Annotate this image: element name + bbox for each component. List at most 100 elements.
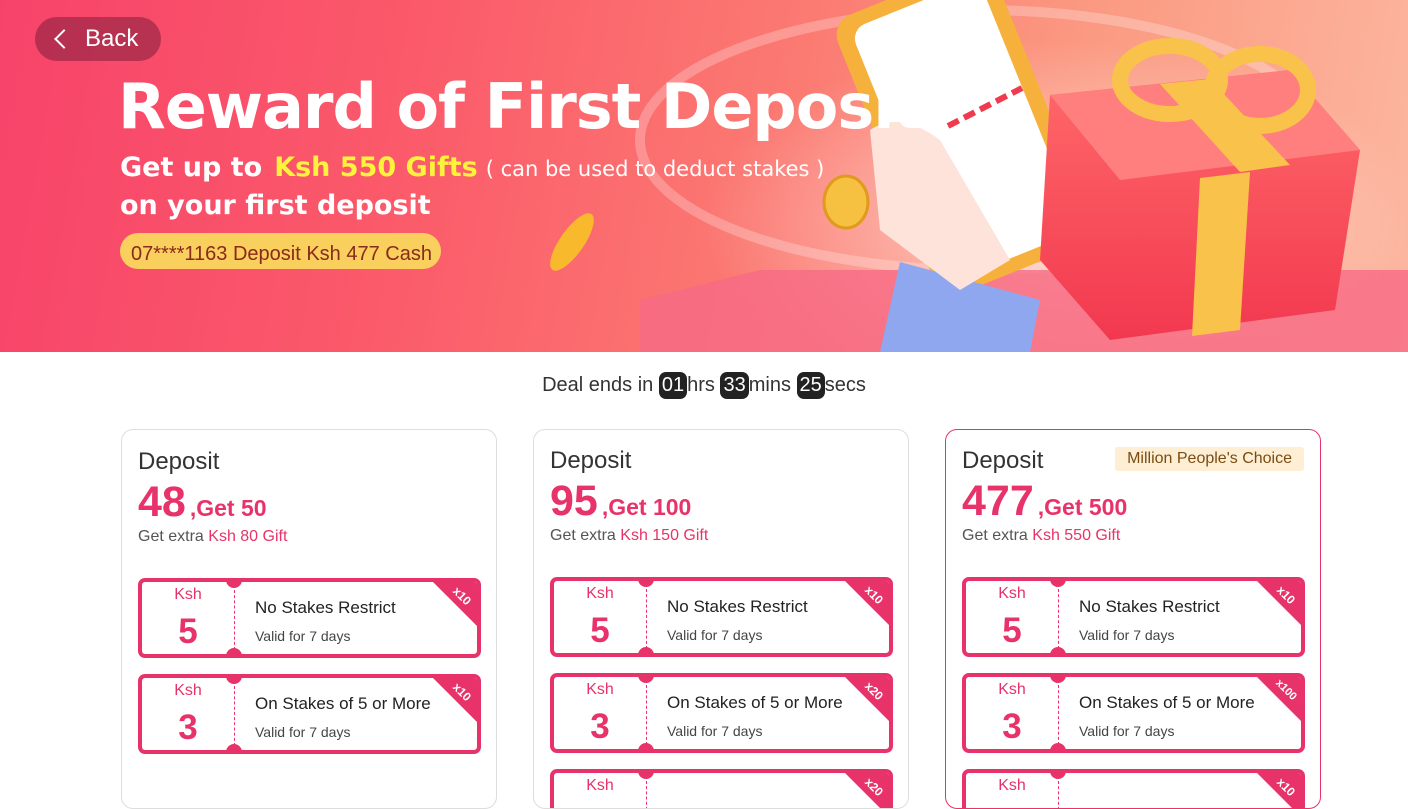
coupon-divider bbox=[646, 589, 647, 649]
extra-value: Ksh 150 Gift bbox=[620, 527, 709, 544]
get-amount: ,Get 50 bbox=[189, 495, 267, 521]
coupon-notch bbox=[1050, 743, 1066, 749]
coupon-validity: Valid for 7 days bbox=[255, 628, 351, 644]
coupon-notch bbox=[1050, 677, 1066, 683]
coupon-validity: Valid for 7 days bbox=[667, 723, 763, 739]
coupon-divider bbox=[234, 590, 235, 650]
countdown-timer: Deal ends in 01 hrs 33 mins 25 secs bbox=[0, 372, 1408, 399]
timer-prefix: Deal ends in bbox=[542, 374, 654, 396]
popular-badge: Million People's Choice bbox=[1115, 447, 1304, 471]
coupon-notch bbox=[226, 648, 242, 654]
subtitle-prefix: Get up to bbox=[120, 152, 263, 183]
coupon: Ksh x10 bbox=[962, 769, 1305, 808]
coupon-notch bbox=[1050, 773, 1066, 779]
coupon: Ksh 3 On Stakes of 5 or More Valid for 7… bbox=[138, 674, 481, 754]
coupon-notch bbox=[638, 677, 654, 683]
page-title: Reward of First Deposit bbox=[118, 70, 923, 143]
deposit-option-card[interactable]: Deposit 48 ,Get 50 Get extra Ksh 80 Gift … bbox=[121, 429, 497, 809]
get-amount: ,Get 500 bbox=[1037, 494, 1128, 520]
coupon-currency: Ksh bbox=[586, 585, 614, 602]
timer-hours-label: hrs bbox=[687, 374, 715, 396]
coupon-notch bbox=[638, 647, 654, 653]
coupon-notch bbox=[638, 743, 654, 749]
timer-hours: 01 bbox=[658, 372, 688, 399]
coupon-value: 5 bbox=[178, 612, 198, 651]
timer-secs-label: secs bbox=[824, 374, 866, 396]
deposit-option-card[interactable]: Deposit 95 ,Get 100 Get extra Ksh 150 Gif… bbox=[533, 429, 909, 809]
hero-banner: Back Reward of First Deposit Get up to Ks… bbox=[0, 0, 1408, 352]
deposit-amount: 477 ,Get 500 bbox=[962, 477, 1127, 526]
coupon-notch bbox=[226, 744, 242, 750]
coupon-title: No Stakes Restrict bbox=[1079, 597, 1220, 616]
coupon-currency: Ksh bbox=[174, 586, 202, 603]
coupon-divider bbox=[646, 685, 647, 745]
coupon-title: On Stakes of 5 or More bbox=[667, 693, 843, 712]
coupon-title: On Stakes of 5 or More bbox=[1079, 693, 1255, 712]
get-amount: ,Get 100 bbox=[601, 494, 692, 520]
coupon-notch bbox=[226, 678, 242, 684]
timer-secs: 25 bbox=[796, 372, 825, 399]
coupon-value: 5 bbox=[1002, 611, 1022, 650]
coupon: Ksh 3 On Stakes of 5 or More Valid for 7… bbox=[550, 673, 893, 753]
coupon-validity: Valid for 7 days bbox=[667, 627, 763, 643]
extra-gift: Get extra Ksh 80 Gift bbox=[138, 528, 287, 546]
coupon-value: 3 bbox=[590, 707, 610, 746]
extra-prefix: Get extra bbox=[550, 527, 616, 544]
coupon-notch bbox=[226, 582, 242, 588]
hero-subtitle: Get up to Ksh 550 Gifts ( can be used to d… bbox=[120, 152, 824, 183]
coupon-currency: Ksh bbox=[586, 681, 614, 698]
coupon-value: 5 bbox=[590, 611, 610, 650]
deposit-amount: 95 ,Get 100 bbox=[550, 477, 691, 526]
coupon: Ksh 5 No Stakes Restrict Valid for 7 day… bbox=[138, 578, 481, 658]
amount-value: 48 bbox=[138, 478, 186, 526]
chevron-left-icon bbox=[54, 29, 74, 49]
coupon-notch bbox=[638, 773, 654, 779]
hero-subtitle-line2: on your first deposit bbox=[120, 190, 431, 221]
coupon-divider bbox=[1058, 685, 1059, 745]
deposit-label: Deposit bbox=[550, 447, 632, 474]
coin-icon-small bbox=[550, 213, 594, 271]
deposit-label: Deposit bbox=[962, 447, 1044, 474]
coupon-validity: Valid for 7 days bbox=[255, 724, 351, 740]
coupon: Ksh 5 No Stakes Restrict Valid for 7 day… bbox=[550, 577, 893, 657]
back-button[interactable]: Back bbox=[35, 17, 161, 61]
amount-value: 95 bbox=[550, 477, 598, 525]
subtitle-note: ( can be used to deduct stakes ) bbox=[485, 157, 825, 181]
coupon-notch bbox=[1050, 647, 1066, 653]
coupon-validity: Valid for 7 days bbox=[1079, 723, 1175, 739]
coupon-title: No Stakes Restrict bbox=[255, 598, 396, 617]
timer-mins-label: mins bbox=[748, 374, 791, 396]
coupon-currency: Ksh bbox=[998, 585, 1026, 602]
extra-prefix: Get extra bbox=[962, 527, 1028, 544]
coupon-currency: Ksh bbox=[998, 777, 1026, 794]
coupon-title: On Stakes of 5 or More bbox=[255, 694, 431, 713]
deposit-option-card-featured[interactable]: Deposit Million People's Choice 477 ,Get … bbox=[945, 429, 1321, 809]
coupon-value: 3 bbox=[1002, 707, 1022, 746]
coupon-divider bbox=[234, 686, 235, 746]
deposit-ticker: 07****1163 Deposit Ksh 477 Cash bbox=[120, 233, 441, 269]
extra-gift: Get extra Ksh 550 Gift bbox=[962, 527, 1120, 545]
timer-mins: 33 bbox=[720, 372, 749, 399]
coupon: Ksh x20 bbox=[550, 769, 893, 808]
extra-value: Ksh 80 Gift bbox=[208, 528, 288, 545]
deposit-label: Deposit bbox=[138, 448, 220, 475]
coupon-value: 3 bbox=[178, 708, 198, 747]
back-label: Back bbox=[85, 25, 139, 52]
coupon-title: No Stakes Restrict bbox=[667, 597, 808, 616]
extra-value: Ksh 550 Gift bbox=[1032, 527, 1121, 544]
coupon-notch bbox=[1050, 581, 1066, 587]
coupon-divider bbox=[646, 781, 647, 808]
coupon: Ksh 5 No Stakes Restrict Valid for 7 day… bbox=[962, 577, 1305, 657]
extra-prefix: Get extra bbox=[138, 528, 204, 545]
coupon-validity: Valid for 7 days bbox=[1079, 627, 1175, 643]
coupon-notch bbox=[638, 581, 654, 587]
extra-gift: Get extra Ksh 150 Gift bbox=[550, 527, 708, 545]
subtitle-highlight: Ksh 550 Gifts bbox=[274, 152, 478, 183]
coupon-currency: Ksh bbox=[174, 682, 202, 699]
coupon: Ksh 3 On Stakes of 5 or More Valid for 7… bbox=[962, 673, 1305, 753]
deposit-amount: 48 ,Get 50 bbox=[138, 478, 267, 527]
coupon-divider bbox=[1058, 781, 1059, 808]
amount-value: 477 bbox=[962, 477, 1034, 525]
coupon-divider bbox=[1058, 589, 1059, 649]
coupon-currency: Ksh bbox=[586, 777, 614, 794]
